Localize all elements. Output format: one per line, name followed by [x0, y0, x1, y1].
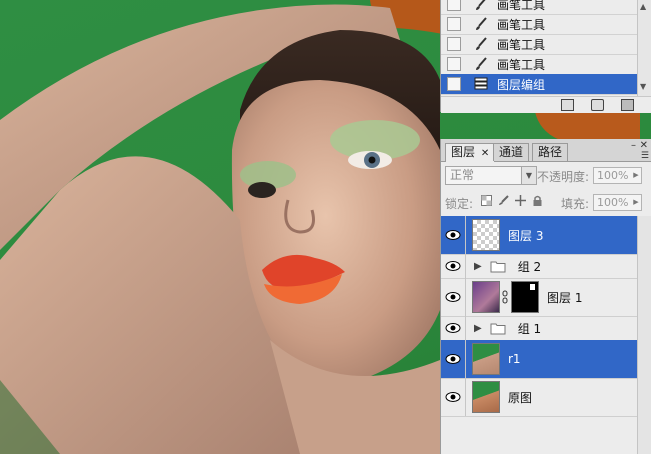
panel-tabs: 图层 ✕ 通道 路径 – ✕ ☰	[441, 139, 651, 162]
brush-icon	[476, 37, 487, 50]
history-source-checkbox[interactable]	[447, 17, 461, 31]
scroll-up-arrow-icon[interactable]: ▲	[640, 2, 646, 11]
brush-icon	[476, 0, 486, 10]
layer-mask-thumbnail[interactable]	[511, 281, 539, 313]
expand-triangle-icon[interactable]: ▶	[474, 261, 482, 272]
history-item-label: 画笔工具	[497, 0, 546, 12]
brush-icon	[476, 17, 487, 30]
layer-row-layer-3[interactable]: 图层 3	[441, 216, 638, 255]
layer-thumbnail	[472, 219, 500, 251]
divider	[465, 254, 466, 278]
tab-layers[interactable]: 图层 ✕	[445, 143, 496, 162]
history-source-checkbox[interactable]	[447, 37, 461, 51]
tab-layers-label: 图层	[451, 145, 476, 159]
layer-name: r1	[508, 352, 521, 366]
eye-icon[interactable]	[445, 229, 461, 241]
tab-channels-label: 通道	[499, 145, 524, 159]
divider	[465, 278, 466, 316]
history-item-label: 画笔工具	[497, 17, 546, 32]
history-item[interactable]: 画笔工具	[441, 14, 638, 35]
lock-label: 锁定:	[445, 197, 474, 211]
eye-icon[interactable]	[445, 291, 461, 303]
history-item[interactable]: 画笔工具	[441, 34, 638, 55]
lock-transparent-pixels-icon[interactable]	[481, 195, 492, 206]
layer-name: 组 1	[517, 321, 542, 336]
blend-mode-select[interactable]: 正常 ▼	[445, 166, 537, 185]
layer-row-layer-1[interactable]: 图层 1	[441, 278, 638, 317]
trash-icon[interactable]	[621, 99, 634, 111]
layer-name: 原图	[508, 390, 533, 405]
history-item-label: 画笔工具	[497, 37, 546, 52]
layers-panel: 图层 ✕ 通道 路径 – ✕ ☰ 正常 ▼ 不透明度: 100% ▶ 锁定: 填…	[440, 139, 651, 454]
tab-paths[interactable]: 路径	[532, 143, 569, 161]
layer-name: 图层 1	[547, 290, 583, 305]
layer-row-r1[interactable]: r1	[441, 340, 638, 379]
new-document-from-state-icon[interactable]	[561, 99, 574, 111]
history-item-label: 画笔工具	[497, 57, 546, 72]
group-layers-icon	[474, 77, 488, 90]
layer-list: 图层 3 ▶ 组 2 图层 1 ▶ 组 1 r1 原图	[441, 216, 638, 454]
divider	[465, 316, 466, 340]
layer-name: 组 2	[517, 259, 542, 274]
lock-all-icon[interactable]	[532, 195, 543, 206]
folder-icon	[490, 261, 506, 272]
tab-paths-label: 路径	[538, 145, 563, 159]
history-item[interactable]: 画笔工具	[441, 54, 638, 75]
fill-label: 填充:	[561, 197, 590, 211]
history-item-label: 图层编组	[497, 77, 546, 92]
divider	[465, 216, 466, 254]
folder-icon	[490, 323, 506, 334]
layer-row-group-1[interactable]: ▶ 组 1	[441, 316, 638, 341]
layer-thumbnail	[472, 381, 500, 413]
history-item-selected[interactable]: 图层编组	[441, 74, 638, 95]
opacity-input[interactable]: 100% ▶	[593, 167, 642, 184]
mask-highlight	[530, 284, 535, 290]
blend-mode-value: 正常	[450, 168, 475, 182]
opacity-value: 100%	[597, 169, 629, 182]
fill-value: 100%	[597, 196, 629, 209]
layers-scrollbar[interactable]	[637, 216, 651, 454]
history-source-checkbox[interactable]	[447, 77, 461, 91]
layer-row-original[interactable]: 原图	[441, 378, 638, 417]
history-source-checkbox[interactable]	[447, 57, 461, 71]
snapshot-camera-icon[interactable]	[591, 99, 604, 111]
scroll-down-arrow-icon[interactable]: ▼	[640, 82, 646, 91]
divider	[465, 340, 466, 378]
divider	[465, 378, 466, 416]
layer-thumbnail	[472, 343, 500, 375]
eye-icon[interactable]	[445, 353, 461, 365]
close-panel-icon[interactable]: ✕	[640, 140, 648, 151]
chevron-down-icon[interactable]: ▼	[521, 167, 536, 184]
eye-icon[interactable]	[445, 260, 461, 272]
chevron-right-icon[interactable]: ▶	[631, 195, 641, 210]
opacity-label: 不透明度:	[537, 170, 590, 184]
close-tab-icon[interactable]: ✕	[481, 148, 489, 159]
lock-image-pixels-icon[interactable]	[498, 195, 509, 206]
expand-triangle-icon[interactable]: ▶	[474, 323, 482, 334]
history-scrollbar[interactable]: ▲ ▼	[637, 0, 651, 96]
eye-icon[interactable]	[445, 322, 461, 334]
history-panel: 画笔工具 画笔工具 画笔工具 画笔工具 图层编组 ▲ ▼	[440, 0, 651, 113]
tab-channels[interactable]: 通道	[493, 143, 530, 161]
panel-menu-icon[interactable]: ☰	[641, 151, 649, 161]
layer-name: 图层 3	[508, 228, 544, 243]
mask-link-icon[interactable]	[502, 290, 508, 304]
history-source-checkbox[interactable]	[447, 0, 461, 11]
history-footer	[441, 96, 651, 113]
history-item[interactable]: 画笔工具	[441, 0, 638, 15]
brush-icon	[476, 57, 487, 70]
chevron-right-icon[interactable]: ▶	[631, 168, 641, 183]
layer-row-group-2[interactable]: ▶ 组 2	[441, 254, 638, 279]
layer-thumbnail	[472, 281, 500, 313]
minimize-panel-icon[interactable]: –	[631, 140, 636, 151]
fill-input[interactable]: 100% ▶	[593, 194, 642, 211]
lock-position-icon[interactable]	[515, 195, 526, 206]
eye-icon[interactable]	[445, 391, 461, 403]
